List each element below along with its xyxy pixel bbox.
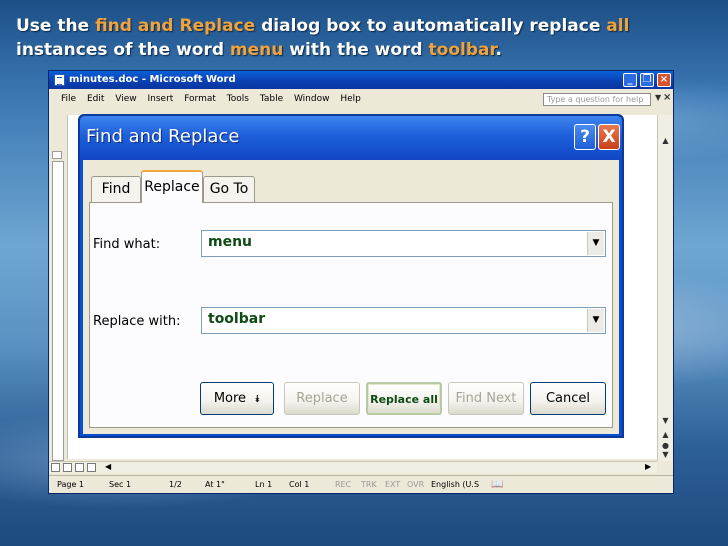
document-close-icon[interactable]: × bbox=[663, 92, 671, 103]
outline-view-icon[interactable] bbox=[87, 463, 96, 472]
vertical-ruler bbox=[52, 161, 64, 461]
menu-view[interactable]: View bbox=[111, 90, 140, 108]
menu-edit[interactable]: Edit bbox=[83, 90, 108, 108]
scroll-down-icon[interactable]: ▼ bbox=[660, 415, 671, 426]
ask-dropdown-icon[interactable]: ▼ bbox=[655, 93, 661, 102]
normal-view-icon[interactable] bbox=[51, 463, 60, 472]
status-line: Ln 1 bbox=[255, 480, 273, 489]
find-next-button[interactable]: Find Next bbox=[448, 382, 524, 415]
instruction-highlight-menu: menu bbox=[229, 40, 284, 60]
chevron-down-icon[interactable]: ▼ bbox=[587, 309, 604, 332]
more-button[interactable]: More ⯯ bbox=[200, 382, 274, 415]
previous-page-icon[interactable]: ▲ bbox=[660, 429, 671, 440]
next-page-icon[interactable]: ▼ bbox=[660, 449, 671, 460]
menu-insert[interactable]: Insert bbox=[143, 90, 177, 108]
chevron-down-icon[interactable]: ▼ bbox=[587, 232, 604, 255]
cancel-button[interactable]: Cancel bbox=[530, 382, 606, 415]
menu-file[interactable]: File bbox=[57, 90, 80, 108]
find-replace-dialog: Find and Replace ? X Find Replace Go To … bbox=[78, 114, 624, 438]
status-bar: Page 1 Sec 1 1/2 At 1" Ln 1 Col 1 REC TR… bbox=[49, 475, 673, 493]
instruction-text: instances of the word bbox=[16, 40, 230, 60]
instruction-highlight-find-and-replace: find and Replace bbox=[95, 16, 256, 36]
tab-go-to[interactable]: Go To bbox=[203, 176, 255, 202]
menu-help[interactable]: Help bbox=[336, 90, 365, 108]
ask-question-input[interactable]: Type a question for help bbox=[543, 93, 651, 106]
menu-tools[interactable]: Tools bbox=[223, 90, 253, 108]
dialog-title-bar[interactable]: Find and Replace ? X bbox=[80, 116, 622, 160]
help-icon[interactable]: ? bbox=[574, 124, 596, 150]
status-page: Page 1 bbox=[57, 480, 84, 489]
menu-window[interactable]: Window bbox=[290, 90, 334, 108]
spelling-status-icon[interactable]: 📖 bbox=[491, 476, 503, 494]
status-ext[interactable]: EXT bbox=[385, 476, 400, 494]
instruction-text: with the word bbox=[283, 40, 429, 60]
scroll-left-icon[interactable]: ◀ bbox=[105, 462, 111, 471]
word-title-bar[interactable]: minutes.doc - Microsoft Word _ ❐ × bbox=[49, 71, 673, 89]
instruction-text: Use the bbox=[16, 16, 96, 36]
tab-replace[interactable]: Replace bbox=[141, 170, 203, 203]
double-chevron-down-icon: ⯯ bbox=[254, 394, 261, 405]
find-what-value: menu bbox=[208, 234, 253, 250]
status-ovr[interactable]: OVR bbox=[407, 476, 424, 494]
tab-selector[interactable] bbox=[52, 151, 62, 159]
menu-format[interactable]: Format bbox=[180, 90, 220, 108]
vertical-scrollbar[interactable]: ▲ ▼ ▲ ● ▼ bbox=[657, 115, 673, 461]
find-what-combobox[interactable]: menu ▼ bbox=[201, 230, 606, 257]
instruction-text: . bbox=[495, 40, 502, 60]
more-button-label: More bbox=[213, 391, 247, 406]
status-rec[interactable]: REC bbox=[335, 476, 351, 494]
restore-icon[interactable]: ❐ bbox=[640, 73, 654, 87]
replace-with-value: toolbar bbox=[208, 311, 266, 327]
replace-with-combobox[interactable]: toolbar ▼ bbox=[201, 307, 606, 334]
status-section: Sec 1 bbox=[109, 480, 132, 489]
replace-all-button[interactable]: Replace all bbox=[366, 382, 442, 415]
replace-with-label: Replace with: bbox=[93, 314, 181, 329]
status-at: At 1" bbox=[205, 480, 225, 489]
status-column: Col 1 bbox=[289, 480, 310, 489]
dialog-title: Find and Replace bbox=[86, 126, 240, 147]
scroll-right-icon[interactable]: ▶ bbox=[645, 462, 651, 471]
status-language: English (U.S bbox=[431, 480, 480, 489]
close-icon[interactable]: X bbox=[598, 124, 620, 150]
instruction-highlight-toolbar: toolbar bbox=[428, 40, 496, 60]
instruction-highlight-all: all bbox=[606, 16, 630, 36]
find-what-label: Find what: bbox=[93, 237, 161, 252]
status-page-count: 1/2 bbox=[169, 480, 182, 489]
tab-find[interactable]: Find bbox=[91, 176, 141, 202]
horizontal-scrollbar[interactable]: ◀ ▶ bbox=[49, 461, 657, 473]
menu-table[interactable]: Table bbox=[256, 90, 287, 108]
slide-instruction: Use the find and Replace dialog box to a… bbox=[16, 14, 716, 62]
web-layout-view-icon[interactable] bbox=[63, 463, 72, 472]
minimize-icon[interactable]: _ bbox=[623, 73, 637, 87]
replace-button[interactable]: Replace bbox=[284, 382, 360, 415]
instruction-text: dialog box to automatically replace bbox=[255, 16, 607, 36]
word-document-icon bbox=[54, 74, 65, 86]
word-window-title: minutes.doc - Microsoft Word bbox=[69, 74, 236, 85]
scroll-up-icon[interactable]: ▲ bbox=[660, 135, 671, 146]
print-layout-view-icon[interactable] bbox=[75, 463, 84, 472]
window-close-icon[interactable]: × bbox=[657, 73, 671, 87]
status-trk[interactable]: TRK bbox=[361, 476, 377, 494]
